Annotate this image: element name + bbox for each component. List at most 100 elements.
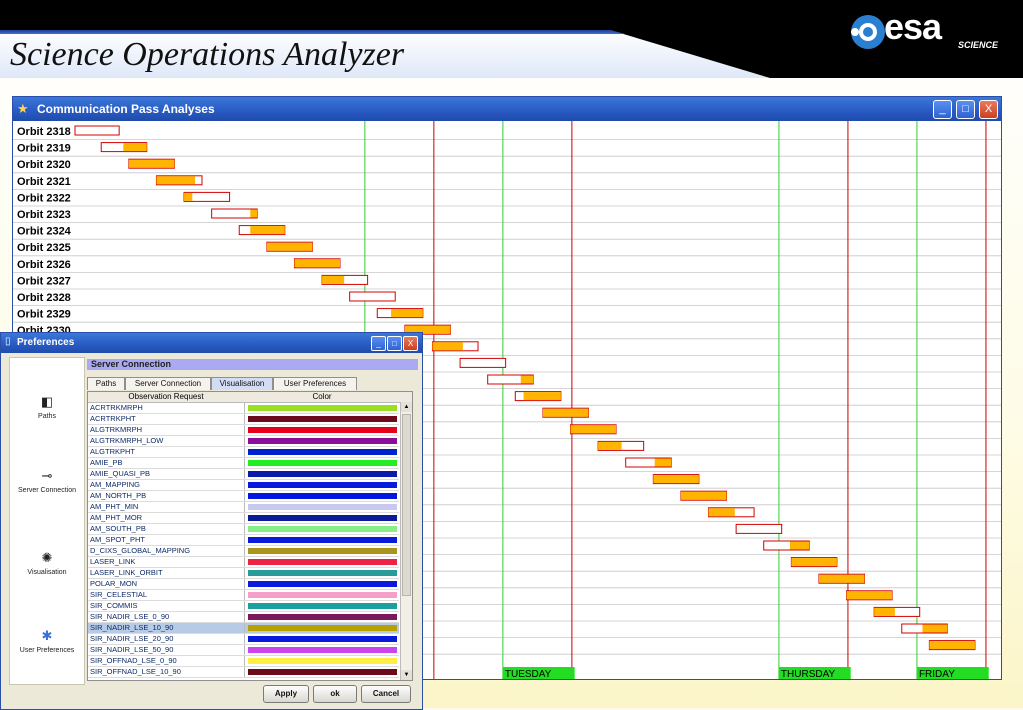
color-swatch[interactable]: [248, 658, 397, 664]
observation-name: SIR_NADIR_LSE_50_90: [90, 645, 174, 654]
section-header: Server Connection: [87, 359, 418, 370]
column-divider: [244, 535, 245, 545]
color-swatch[interactable]: [248, 515, 397, 521]
table-row[interactable]: AM_PHT_MOR: [88, 513, 399, 524]
color-swatch[interactable]: [248, 460, 397, 466]
table-row[interactable]: AM_SOUTH_PB: [88, 524, 399, 535]
tab-visualisation[interactable]: Visualisation: [211, 377, 273, 390]
pref-minimize-button[interactable]: _: [371, 336, 386, 351]
color-swatch[interactable]: [248, 592, 397, 598]
color-swatch[interactable]: [248, 416, 397, 422]
color-swatch[interactable]: [248, 405, 397, 411]
maximize-button[interactable]: □: [956, 100, 975, 119]
pass-bar-fill: [266, 242, 313, 251]
table-row[interactable]: ALGTRKMRPH: [88, 425, 399, 436]
table-row[interactable]: AM_PHT_MIN: [88, 502, 399, 513]
close-button[interactable]: X: [979, 100, 998, 119]
pass-bar-outline: [349, 291, 396, 302]
color-swatch[interactable]: [248, 504, 397, 510]
preferences-title: Preferences: [17, 337, 75, 348]
tab-user-preferences[interactable]: User Preferences: [273, 377, 357, 390]
pref-maximize-button[interactable]: □: [387, 336, 402, 351]
minimize-button[interactable]: _: [933, 100, 952, 119]
color-swatch[interactable]: [248, 570, 397, 576]
observation-name: AM_MAPPING: [90, 480, 141, 489]
color-swatch[interactable]: [248, 647, 397, 653]
scroll-up-icon[interactable]: ▲: [401, 402, 412, 412]
color-swatch[interactable]: [248, 548, 397, 554]
color-swatch[interactable]: [248, 526, 397, 532]
day-label: THURSDAY: [781, 669, 836, 679]
pass-bar-fill: [432, 342, 463, 351]
apply-button[interactable]: Apply: [263, 685, 309, 703]
color-swatch[interactable]: [248, 625, 397, 631]
tab-paths[interactable]: Paths: [87, 377, 125, 390]
color-swatch[interactable]: [248, 669, 397, 675]
table-row[interactable]: SIR_NADIR_LSE_20_90: [88, 634, 399, 645]
scroll-thumb[interactable]: [402, 414, 411, 596]
observation-name: AM_SPOT_PHT: [90, 535, 146, 544]
table-row[interactable]: ALGTRKPHT: [88, 447, 399, 458]
table-row[interactable]: SIR_OFFNAD_LSE_10_90: [88, 667, 399, 678]
column-divider: [244, 458, 245, 468]
table-row[interactable]: SIR_CELESTIAL: [88, 590, 399, 601]
sidebar-item-user-preferences[interactable]: ✱ User Preferences: [10, 628, 84, 654]
pass-bar-fill: [322, 275, 345, 284]
pass-bar-fill: [922, 624, 948, 633]
sidebar-item-visualisation[interactable]: ✺ Visualisation: [10, 550, 84, 576]
table-row[interactable]: POLAR_MON: [88, 579, 399, 590]
table-row[interactable]: SIR_COMMIS: [88, 601, 399, 612]
table-row[interactable]: AM_MAPPING: [88, 480, 399, 491]
table-row[interactable]: SIR_NADIR_LSE_0_90: [88, 612, 399, 623]
column-divider: [244, 491, 245, 501]
observation-name: ALGTRKMRPH: [90, 425, 143, 434]
table-row[interactable]: AM_NORTH_PB: [88, 491, 399, 502]
window-title-bar[interactable]: ★ Communication Pass Analyses _ □ X: [13, 97, 1001, 121]
table-row[interactable]: LASER_LINK_ORBIT: [88, 568, 399, 579]
color-swatch[interactable]: [248, 482, 397, 488]
color-swatch[interactable]: [248, 493, 397, 499]
tab-server-connection[interactable]: Server Connection: [125, 377, 211, 390]
pass-bar-outline: [735, 523, 783, 534]
column-header-observation[interactable]: Observation Request: [88, 392, 244, 402]
sidebar-item-paths[interactable]: ◧ Paths: [10, 394, 84, 420]
color-swatch[interactable]: [248, 471, 397, 477]
table-row[interactable]: SIR_NADIR_LSE_50_90: [88, 645, 399, 656]
table-row[interactable]: ACRTRKPHT: [88, 414, 399, 425]
orbit-label: Orbit 2320: [17, 159, 71, 171]
color-swatch[interactable]: [248, 636, 397, 642]
table-scrollbar[interactable]: ▲ ▼: [400, 402, 412, 680]
sidebar-item-server-connection[interactable]: ⊸ Server Connection: [10, 468, 84, 494]
column-divider: [244, 513, 245, 523]
pref-close-button[interactable]: X: [403, 336, 418, 351]
color-swatch[interactable]: [248, 449, 397, 455]
color-swatch[interactable]: [248, 559, 397, 565]
table-row[interactable]: AMIE_PB: [88, 458, 399, 469]
column-divider: [244, 590, 245, 600]
table-row[interactable]: ALGTRKMRPH_LOW: [88, 436, 399, 447]
color-swatch[interactable]: [248, 603, 397, 609]
observation-name: SIR_OFFNAD_LSE_10_90: [90, 667, 181, 676]
sidebar-item-label: Paths: [38, 413, 56, 420]
color-swatch[interactable]: [248, 537, 397, 543]
orbit-label: Orbit 2322: [17, 192, 71, 204]
cancel-button[interactable]: Cancel: [361, 685, 411, 703]
table-row[interactable]: D_CIXS_GLOBAL_MAPPING: [88, 546, 399, 557]
column-divider: [244, 480, 245, 490]
pass-bar-fill: [156, 176, 196, 185]
table-row[interactable]: LASER_LINK: [88, 557, 399, 568]
color-swatch[interactable]: [248, 427, 397, 433]
preferences-title-bar[interactable]: ▯ Preferences _ □ X: [1, 333, 422, 353]
ok-button[interactable]: ok: [313, 685, 357, 703]
table-row[interactable]: SIR_OFFNAD_LSE_0_90: [88, 656, 399, 667]
table-row[interactable]: ACRTRKMRPH: [88, 403, 399, 414]
observation-name: SIR_NADIR_LSE_10_90: [90, 623, 174, 632]
column-header-color[interactable]: Color: [245, 392, 399, 402]
table-row[interactable]: SIR_NADIR_LSE_10_90: [88, 623, 399, 634]
color-swatch[interactable]: [248, 438, 397, 444]
table-row[interactable]: AM_SPOT_PHT: [88, 535, 399, 546]
color-swatch[interactable]: [248, 581, 397, 587]
scroll-down-icon[interactable]: ▼: [401, 670, 412, 680]
color-swatch[interactable]: [248, 614, 397, 620]
table-row[interactable]: AMIE_QUASI_PB: [88, 469, 399, 480]
